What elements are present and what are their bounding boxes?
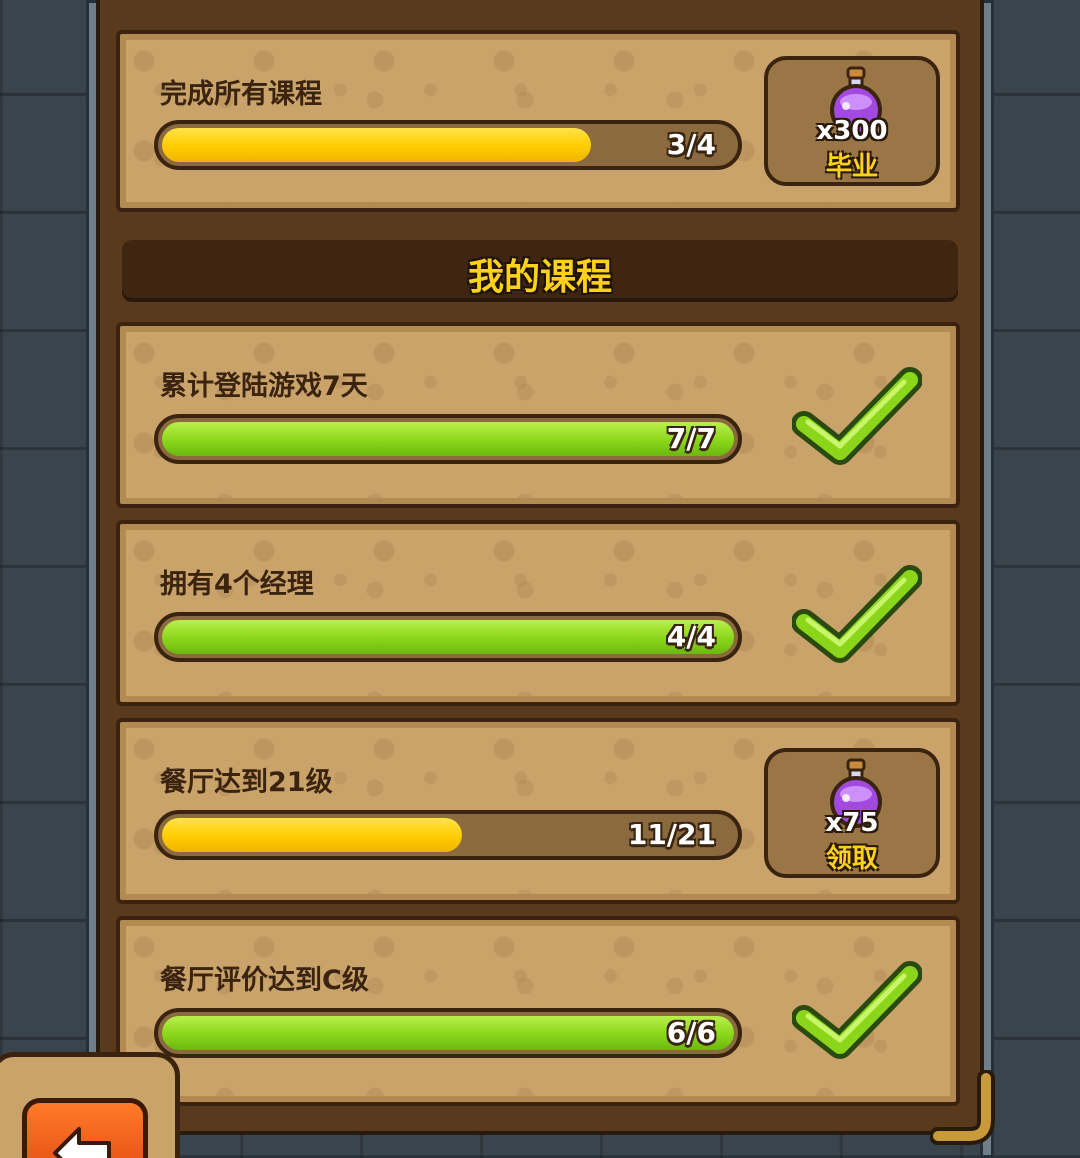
course-progress-text: 7/7 [666,421,716,455]
graduation-reward-label: 毕业 [825,152,878,182]
course-card: 餐厅达到21级 11/21 x75 领取 [116,718,960,904]
claim-reward-label: 领取 [825,844,878,874]
panel-corner-hook [930,1070,995,1145]
course-progress-fill [162,422,734,456]
course-progress-bar: 11/21 [154,810,742,860]
graduation-reward-count: x300 [816,116,888,146]
course-progress-fill [162,620,734,654]
course-title: 拥有4个经理 [160,569,314,600]
course-progress-text: 6/6 [666,1015,716,1049]
course-progress-bar: 7/7 [154,414,742,464]
course-progress-fill [162,1016,734,1050]
course-progress-bar: 6/6 [154,1008,742,1058]
check-icon [792,367,922,465]
section-header: 我的课程 [122,240,958,302]
section-title: 我的课程 [467,257,612,298]
course-title: 餐厅达到21级 [160,767,333,798]
course-progress-text: 11/21 [627,817,716,851]
summary-progress-bar: 3/4 [154,120,742,170]
check-icon [792,961,922,1059]
claim-reward-count: x75 [825,808,879,838]
summary-title: 完成所有课程 [160,79,322,110]
summary-progress-fill [162,128,591,162]
back-arrow-icon [53,1127,111,1158]
course-card: 累计登陆游戏7天 7/7 [116,322,960,508]
course-card: 拥有4个经理 4/4 [116,520,960,706]
course-progress-text: 4/4 [666,619,716,653]
graduation-reward-button[interactable]: x300 毕业 [764,56,940,186]
summary-progress-text: 3/4 [666,127,716,161]
course-progress-fill [162,818,462,852]
course-progress-bar: 4/4 [154,612,742,662]
course-title: 累计登陆游戏7天 [160,371,368,402]
course-title: 餐厅评价达到C级 [160,965,369,996]
back-button[interactable] [22,1098,148,1158]
claim-reward-button[interactable]: x75 领取 [764,748,940,878]
summary-card: 完成所有课程 3/4 x300 毕业 [116,30,960,212]
check-icon [792,565,922,663]
course-card: 餐厅评价达到C级 6/6 [116,916,960,1106]
